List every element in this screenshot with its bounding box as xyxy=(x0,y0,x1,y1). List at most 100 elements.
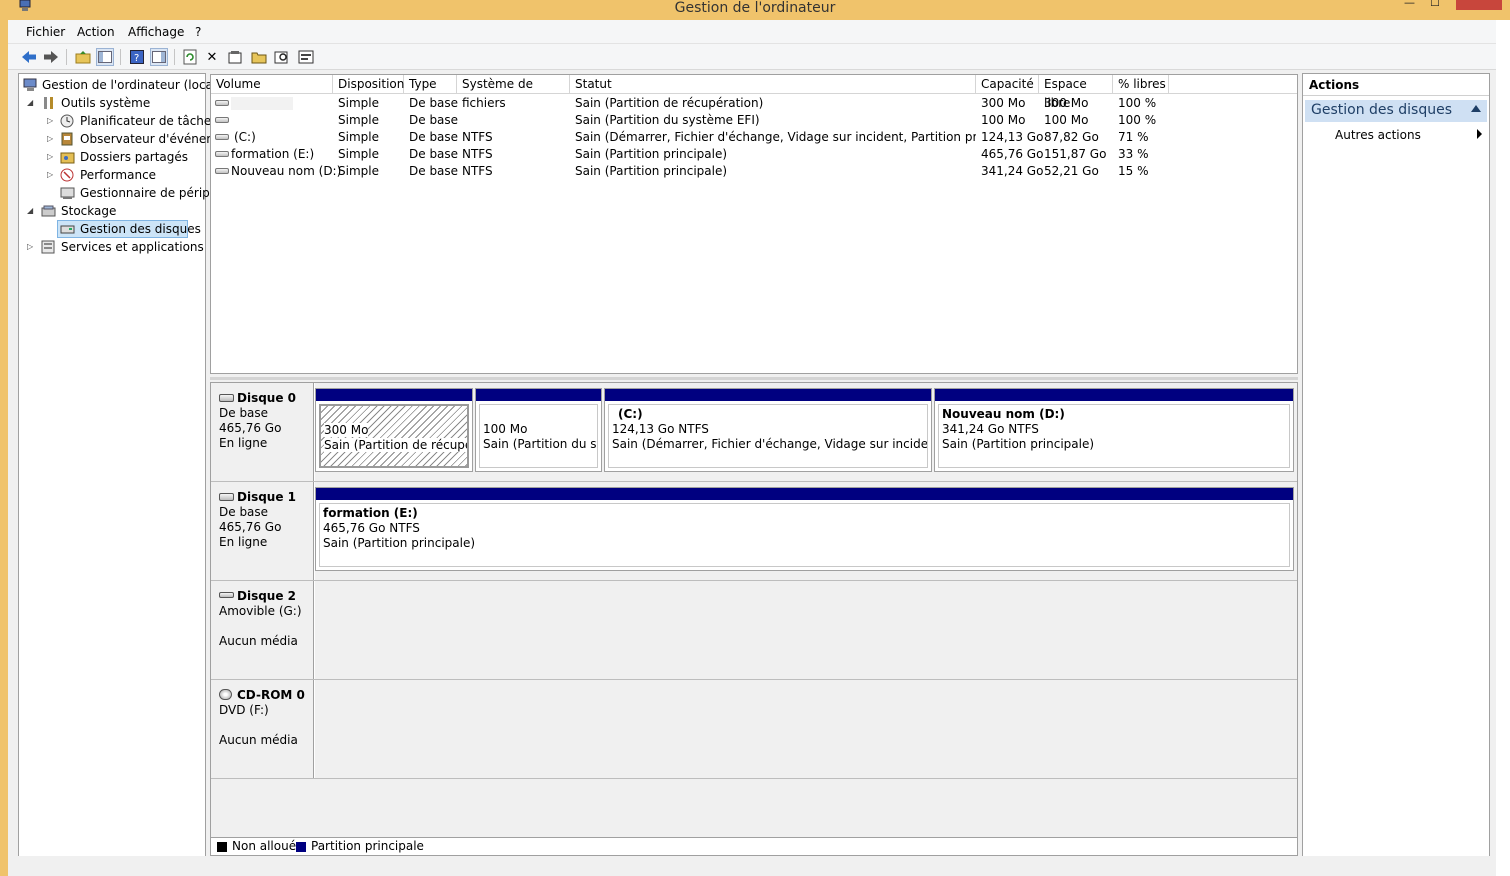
collapse-up-icon[interactable] xyxy=(1471,105,1481,112)
menu-affichage[interactable]: Affichage xyxy=(128,25,184,39)
maximize-button[interactable]: ☐ xyxy=(1430,0,1440,10)
services-icon xyxy=(41,240,55,254)
cell-capacite: 124,13 Go xyxy=(981,130,1044,144)
storage-icon xyxy=(41,205,56,217)
tree-item-dossiers[interactable]: ▷ Dossiers partagés xyxy=(19,148,205,166)
show-tree-icon[interactable] xyxy=(96,48,114,66)
minimize-button[interactable]: — xyxy=(1404,0,1415,10)
refresh-icon[interactable] xyxy=(181,48,199,66)
open-folder-icon[interactable] xyxy=(250,48,268,66)
delete-icon[interactable]: ✕ xyxy=(203,48,221,66)
col-header-statut[interactable]: Statut xyxy=(570,75,976,94)
volume-row[interactable]: (C:) Simple De base NTFS Sain (Démarrer,… xyxy=(211,129,1297,146)
actions-section-header[interactable]: Gestion des disques xyxy=(1305,100,1487,122)
disk-status: En ligne xyxy=(219,535,268,549)
cell-statut: Sain (Partition principale) xyxy=(575,147,728,161)
collapsed-arrow-icon[interactable]: ▷ xyxy=(47,130,53,148)
cell-disposition: Simple xyxy=(338,113,379,127)
properties-icon[interactable] xyxy=(226,48,244,66)
volume-list: Volume Disposition Type Système de fichi… xyxy=(210,74,1298,374)
partition-status: Sain (Partition de récupérat xyxy=(324,438,467,452)
partition-size: 100 Mo xyxy=(483,422,528,436)
col-header-volume[interactable]: Volume xyxy=(211,75,333,94)
collapsed-arrow-icon[interactable]: ▷ xyxy=(47,112,53,130)
tree-label-planif: Planificateur de tâches xyxy=(80,114,218,128)
expanded-arrow-icon[interactable]: ◢ xyxy=(27,202,33,220)
collapsed-arrow-icon[interactable]: ▷ xyxy=(47,166,53,184)
cell-type: De base xyxy=(409,147,459,161)
tree-item-root[interactable]: Gestion de l'ordinateur (local) xyxy=(19,76,221,94)
submenu-arrow-icon[interactable] xyxy=(1477,129,1482,139)
col-header-fs[interactable]: Système de fichiers xyxy=(457,75,570,110)
collapsed-arrow-icon[interactable]: ▷ xyxy=(27,238,33,256)
partition-size: 300 Mo xyxy=(324,423,369,437)
disk-name: CD-ROM 0 xyxy=(237,688,305,702)
disk-partitions xyxy=(315,581,1297,679)
show-action-pane-icon[interactable] xyxy=(150,48,168,66)
close-button[interactable] xyxy=(1456,0,1502,10)
volume-row[interactable]: Simple De base Sain (Partition du systèm… xyxy=(211,112,1297,129)
disk-status: En ligne xyxy=(219,436,268,450)
disk-label[interactable]: Disque 1 De base 465,76 Go En ligne xyxy=(211,482,314,580)
partition-block[interactable]: formation (E:) 465,76 Go NTFS Sain (Part… xyxy=(315,487,1294,571)
actions-title: Actions xyxy=(1303,74,1489,96)
legend-bar: Non alloué Partition principale xyxy=(210,838,1298,856)
tree-item-gestion-disques[interactable]: Gestion des disques xyxy=(57,220,201,238)
menu-action[interactable]: Action xyxy=(77,25,115,39)
tree-item-stockage[interactable]: ◢ Stockage xyxy=(19,202,205,220)
collapsed-arrow-icon[interactable]: ▷ xyxy=(47,148,53,166)
tree-item-planificateur[interactable]: ▷ Planificateur de tâches xyxy=(19,112,218,130)
disk-label[interactable]: Disque 0 De base 465,76 Go En ligne xyxy=(211,383,314,481)
forward-icon[interactable] xyxy=(42,48,60,66)
partition-block[interactable]: 100 Mo Sain (Partition du syst xyxy=(475,388,602,472)
cell-capacite: 100 Mo xyxy=(981,113,1026,127)
volume-row[interactable]: Nouveau nom (D:) Simple De base NTFS Sai… xyxy=(211,163,1297,180)
disk-label[interactable]: Disque 2 Amovible (G:) Aucun média xyxy=(211,581,314,679)
cell-type: De base xyxy=(409,113,459,127)
search-icon[interactable] xyxy=(273,48,291,66)
tree-item-outils-systeme[interactable]: ◢ Outils système xyxy=(19,94,205,112)
help-icon[interactable]: ? xyxy=(128,48,146,66)
cell-statut: Sain (Partition du système EFI) xyxy=(575,113,760,127)
cell-fs: NTFS xyxy=(462,147,493,161)
back-icon[interactable] xyxy=(20,48,38,66)
partition-status: Sain (Partition principale) xyxy=(942,437,1095,451)
tree-item-gestionnaire-peripheriques[interactable]: Gestionnaire de périphé xyxy=(19,184,225,202)
title-bar: Gestion de l'ordinateur xyxy=(0,0,1510,20)
tree-item-services[interactable]: ▷ Services et applications xyxy=(19,238,205,256)
cell-capacite: 300 Mo xyxy=(981,96,1026,110)
expanded-arrow-icon[interactable]: ◢ xyxy=(27,94,33,112)
partition-size: 465,76 Go NTFS xyxy=(323,521,420,535)
tree-item-observateur[interactable]: ▷ Observateur d'événeme xyxy=(19,130,225,148)
col-header-disposition[interactable]: Disposition xyxy=(333,75,404,94)
cell-disposition: Simple xyxy=(338,96,379,110)
col-header-type[interactable]: Type xyxy=(404,75,457,94)
cell-volume: (C:) xyxy=(234,130,256,144)
cell-statut: Sain (Démarrer, Fichier d'échange, Vidag… xyxy=(575,130,976,144)
menu-bar: Fichier Action Affichage ? xyxy=(8,20,1496,44)
up-folder-icon[interactable] xyxy=(74,48,92,66)
partition-color-bar xyxy=(316,488,1293,500)
legend-unallocated: Non alloué xyxy=(232,839,297,853)
disk-type: De base xyxy=(219,505,269,519)
hard-disk-icon xyxy=(219,394,234,402)
partition-block[interactable]: (C:) 124,13 Go NTFS Sain (Démarrer, Fich… xyxy=(604,388,932,472)
tree-item-performance[interactable]: ▷ Performance xyxy=(19,166,205,184)
menu-help[interactable]: ? xyxy=(195,25,201,39)
computer-management-icon[interactable] xyxy=(18,0,32,12)
col-header-espace-libre[interactable]: Espace libre xyxy=(1039,75,1113,110)
partition-block[interactable]: Nouveau nom (D:) 341,24 Go NTFS Sain (Pa… xyxy=(934,388,1294,472)
menu-fichier[interactable]: Fichier xyxy=(26,25,65,39)
partition-block[interactable]: 300 Mo Sain (Partition de récupérat xyxy=(315,388,473,472)
volume-row[interactable]: Simple De base Sain (Partition de récupé… xyxy=(211,95,1297,112)
tree-label-stockage: Stockage xyxy=(61,204,117,218)
actions-item-autres-actions[interactable]: Autres actions xyxy=(1335,128,1421,142)
tree-label-gestdisques: Gestion des disques xyxy=(80,222,201,236)
col-header-capacite[interactable]: Capacité xyxy=(976,75,1039,94)
col-header-pct-libres[interactable]: % libres xyxy=(1113,75,1169,94)
actions-section-label: Gestion des disques xyxy=(1311,102,1453,118)
disk-label[interactable]: CD-ROM 0 DVD (F:) Aucun média xyxy=(211,680,314,778)
cell-libre: 87,82 Go xyxy=(1044,130,1099,144)
settings-icon[interactable] xyxy=(297,48,315,66)
volume-row[interactable]: formation (E:) Simple De base NTFS Sain … xyxy=(211,146,1297,163)
